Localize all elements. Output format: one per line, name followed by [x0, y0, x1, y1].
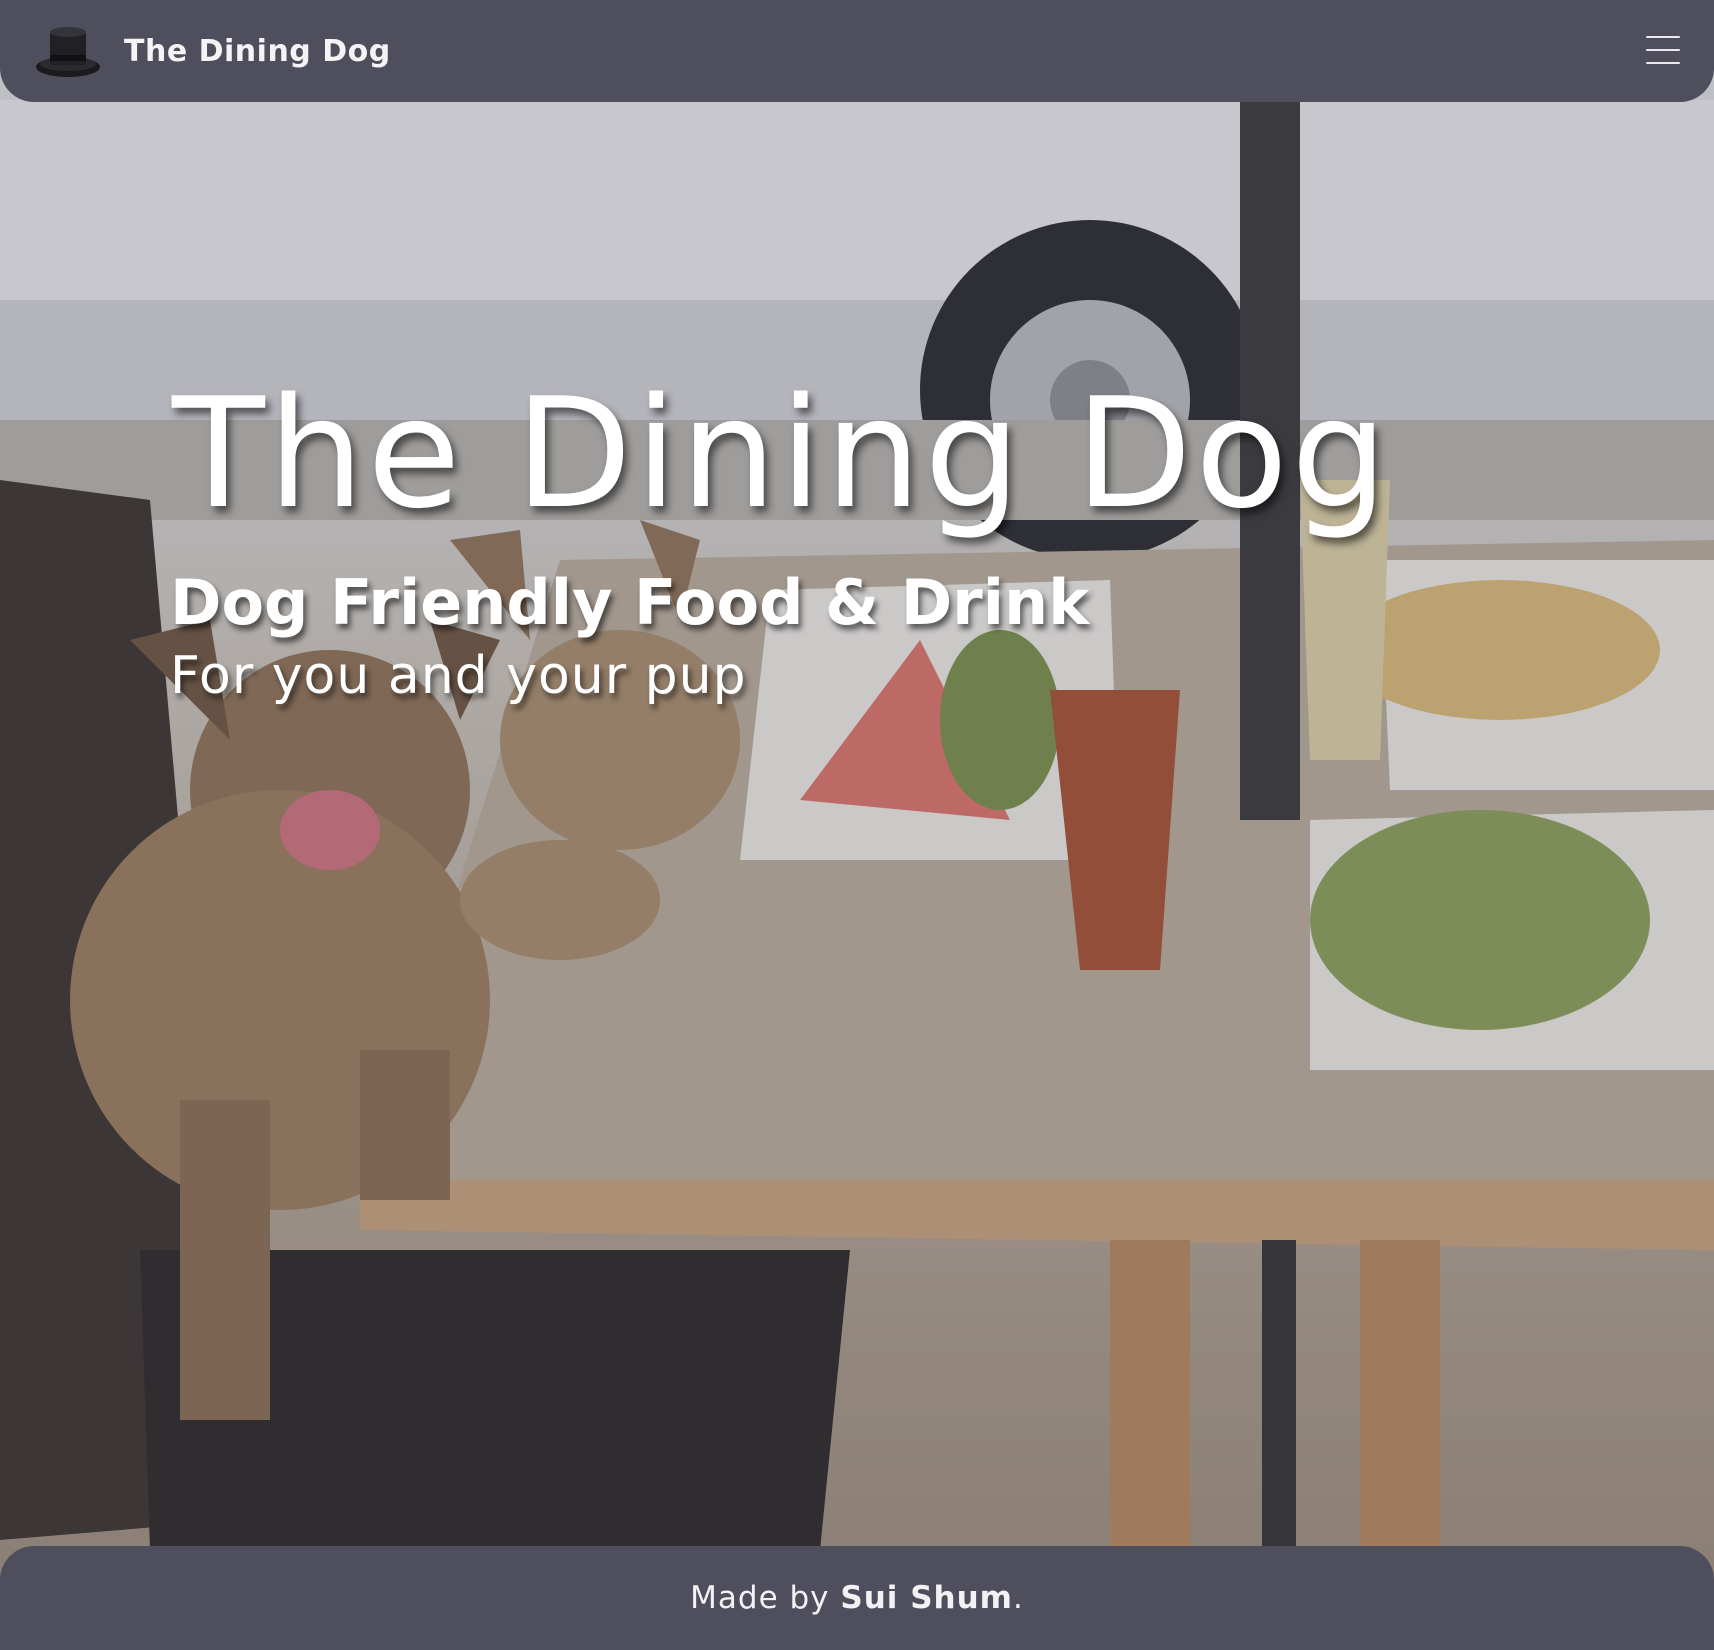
brand-link[interactable]: The Dining Dog [34, 23, 391, 79]
hero-background-image [0, 0, 1714, 1650]
footer-prefix: Made by [690, 1580, 841, 1616]
brand-name: The Dining Dog [124, 33, 391, 69]
hero-subtitle: Dog Friendly Food & Drink [170, 566, 1090, 639]
hero-tagline: For you and your pup [170, 646, 747, 706]
footer-author: Sui Shum [840, 1580, 1013, 1616]
footer-suffix: . [1012, 1580, 1024, 1616]
footer: Made by Sui Shum. [0, 1546, 1714, 1650]
hero-overlay [0, 0, 1714, 1650]
hero-content: The Dining Dog Dog Friendly Food & Drink… [170, 365, 1391, 706]
footer-text: Made by Sui Shum. [690, 1580, 1024, 1616]
menu-line-top [1646, 36, 1680, 38]
menu-line-bottom [1646, 62, 1680, 64]
hero-title: The Dining Dog [172, 365, 1391, 542]
top-hat-icon [36, 27, 100, 77]
top-navbar: The Dining Dog [0, 0, 1714, 102]
menu-line-middle [1646, 49, 1680, 51]
hamburger-menu-icon[interactable] [1646, 36, 1680, 64]
